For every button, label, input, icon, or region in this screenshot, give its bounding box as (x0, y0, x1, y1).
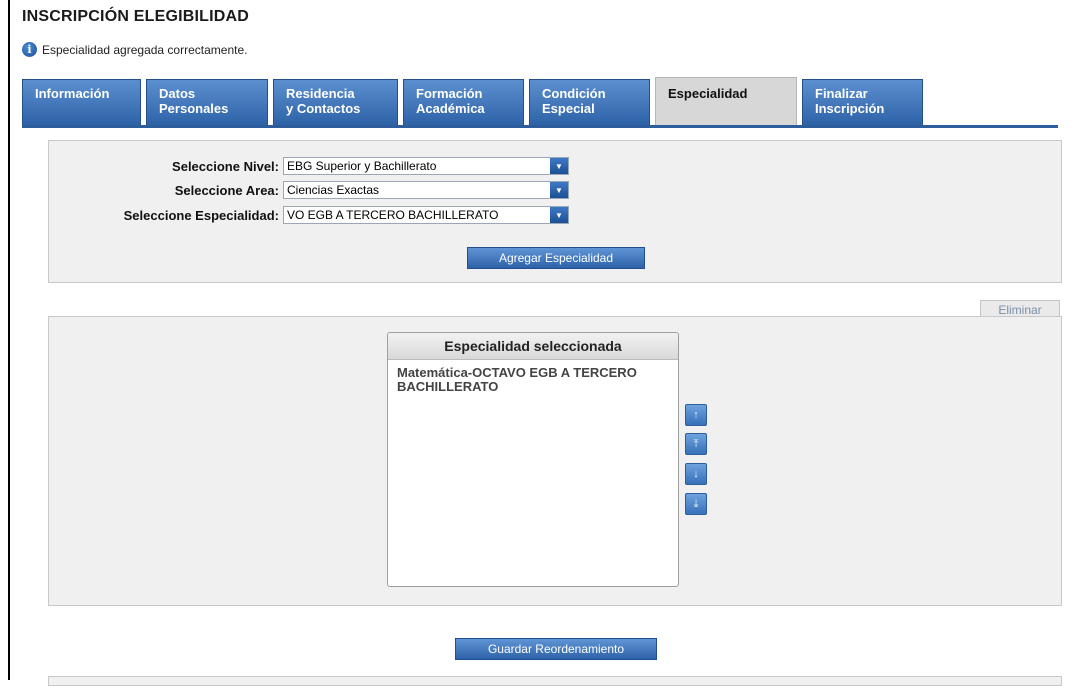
area-value: Ciencias Exactas (287, 183, 380, 197)
listbox-header: Especialidad seleccionada (388, 333, 678, 360)
arrow-up-icon[interactable]: ↑ (685, 404, 707, 426)
chevron-down-icon[interactable]: ▼ (550, 207, 568, 223)
specialty-form-panel: Seleccione Nivel: EBG Superior y Bachill… (48, 140, 1062, 283)
tab-finalizar-inscripcion[interactable]: Finalizar Inscripción (802, 79, 923, 125)
nivel-label: Seleccione Nivel: (172, 158, 279, 174)
especialidad-select[interactable]: VO EGB A TERCERO BACHILLERATO ▼ (283, 206, 569, 224)
move-to-bottom-icon[interactable]: ⤓ (685, 493, 707, 515)
page-left-border (8, 0, 10, 680)
selected-specialty-listbox[interactable]: Especialidad seleccionada Matemática-OCT… (387, 332, 679, 587)
save-reorder-button[interactable]: Guardar Reordenamiento (455, 638, 657, 660)
especialidad-value: VO EGB A TERCERO BACHILLERATO (287, 208, 499, 222)
nivel-row: Seleccione Nivel: EBG Superior y Bachill… (49, 156, 569, 176)
page-title: INSCRIPCIÓN ELEGIBILIDAD (22, 8, 250, 25)
tab-bar: Información Datos Personales Residencia … (22, 75, 1058, 128)
area-row: Seleccione Area: Ciencias Exactas ▼ (49, 180, 569, 200)
success-message-text: Especialidad agregada correctamente. (42, 42, 248, 57)
tab-residencia-contactos[interactable]: Residencia y Contactos (273, 79, 398, 125)
selected-specialty-panel: Especialidad seleccionada Matemática-OCT… (48, 316, 1062, 606)
nivel-select[interactable]: EBG Superior y Bachillerato ▼ (283, 157, 569, 175)
tab-informacion[interactable]: Información (22, 79, 141, 125)
info-icon: i (22, 42, 37, 57)
list-item[interactable]: Matemática-OCTAVO EGB A TERCERO BACHILLE… (388, 360, 678, 394)
tab-datos-personales[interactable]: Datos Personales (146, 79, 268, 125)
move-to-top-icon[interactable]: ⤒ (685, 433, 707, 455)
especialidad-row: Seleccione Especialidad: VO EGB A TERCER… (49, 205, 569, 225)
chevron-down-icon[interactable]: ▼ (550, 182, 568, 198)
area-label: Seleccione Area: (174, 182, 279, 198)
bottom-panel (48, 676, 1062, 686)
tab-condicion-especial[interactable]: Condición Especial (529, 79, 650, 125)
nivel-value: EBG Superior y Bachillerato (287, 159, 437, 173)
chevron-down-icon[interactable]: ▼ (550, 158, 568, 174)
tab-formacion-academica[interactable]: Formación Académica (403, 79, 524, 125)
arrow-down-icon[interactable]: ↓ (685, 463, 707, 485)
add-specialty-button[interactable]: Agregar Especialidad (467, 247, 645, 269)
success-message: i Especialidad agregada correctamente. (22, 42, 247, 57)
especialidad-label: Seleccione Especialidad: (123, 207, 279, 223)
area-select[interactable]: Ciencias Exactas ▼ (283, 181, 569, 199)
tab-especialidad[interactable]: Especialidad (655, 77, 797, 125)
